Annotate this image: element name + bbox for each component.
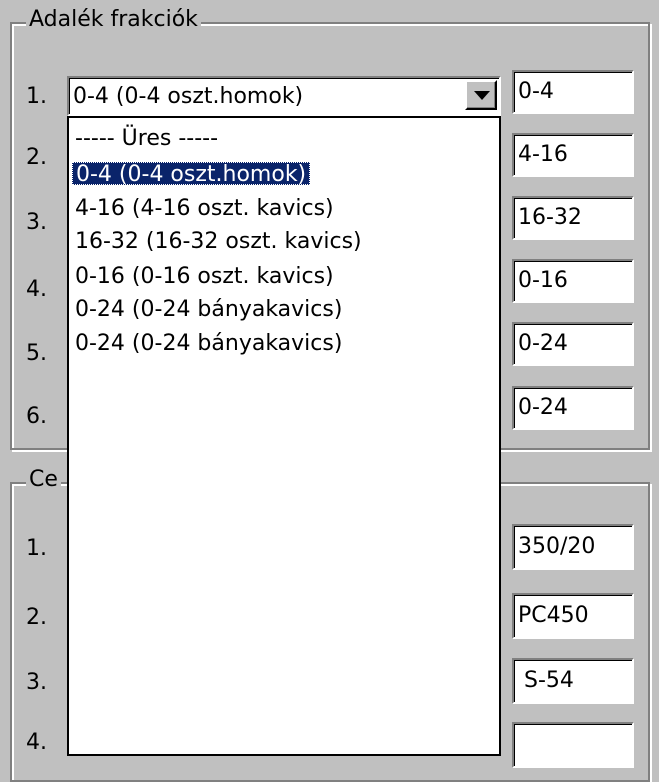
cement-row-number-3: 3. — [26, 670, 47, 695]
dropdown-option[interactable]: 4-16 (4-16 oszt. kavics) — [72, 197, 337, 220]
dropdown-option[interactable]: 0-24 (0-24 bányakavics) — [72, 332, 345, 355]
dropdown-option-selected[interactable]: 0-4 (0-4 oszt.homok) — [72, 162, 311, 186]
fraction-code-field-4[interactable]: 0-16 — [512, 259, 634, 303]
cement-row-number-1: 1. — [26, 536, 47, 561]
fraction-code-field-1[interactable]: 0-4 — [512, 70, 634, 114]
row-number-6: 6. — [26, 404, 47, 429]
chevron-down-icon — [474, 91, 490, 100]
row-number-5: 5. — [26, 341, 47, 366]
dropdown-option[interactable]: 16-32 (16-32 oszt. kavics) — [72, 230, 365, 253]
row-number-2: 2. — [26, 145, 47, 170]
dropdown-option-empty[interactable]: ----- Üres ----- — [72, 127, 221, 150]
adalek-frakciok-title: Adalék frakciók — [26, 8, 201, 32]
fraction-code-field-5[interactable]: 0-24 — [512, 322, 634, 366]
row-number-1: 1. — [26, 84, 47, 109]
cement-code-field-3[interactable]: S-54 — [512, 658, 634, 704]
fraction-combo-1-value: 0-4 (0-4 oszt.homok) — [73, 84, 304, 109]
row-number-4: 4. — [26, 277, 47, 302]
cement-group-title: Ce — [26, 468, 61, 492]
fraction-code-field-3[interactable]: 16-32 — [512, 196, 634, 240]
fraction-code-field-6[interactable]: 0-24 — [512, 386, 634, 430]
dropdown-option[interactable]: 0-16 (0-16 oszt. kavics) — [72, 265, 337, 288]
dropdown-option[interactable]: 0-24 (0-24 bányakavics) — [72, 298, 345, 321]
cement-code-field-1[interactable]: 350/20 — [512, 524, 634, 570]
cement-code-field-4[interactable] — [512, 722, 634, 768]
cement-code-field-2[interactable]: PC450 — [512, 593, 634, 639]
fraction-code-field-2[interactable]: 4-16 — [512, 133, 634, 177]
cement-row-number-2: 2. — [26, 605, 47, 630]
fraction-dropdown-list[interactable]: ----- Üres ----- 0-4 (0-4 oszt.homok) 4-… — [67, 116, 501, 756]
dropdown-button[interactable] — [465, 80, 497, 110]
fraction-combo-1[interactable]: 0-4 (0-4 oszt.homok) — [67, 76, 501, 116]
row-number-3: 3. — [26, 210, 47, 235]
cement-row-number-4: 4. — [26, 730, 47, 755]
